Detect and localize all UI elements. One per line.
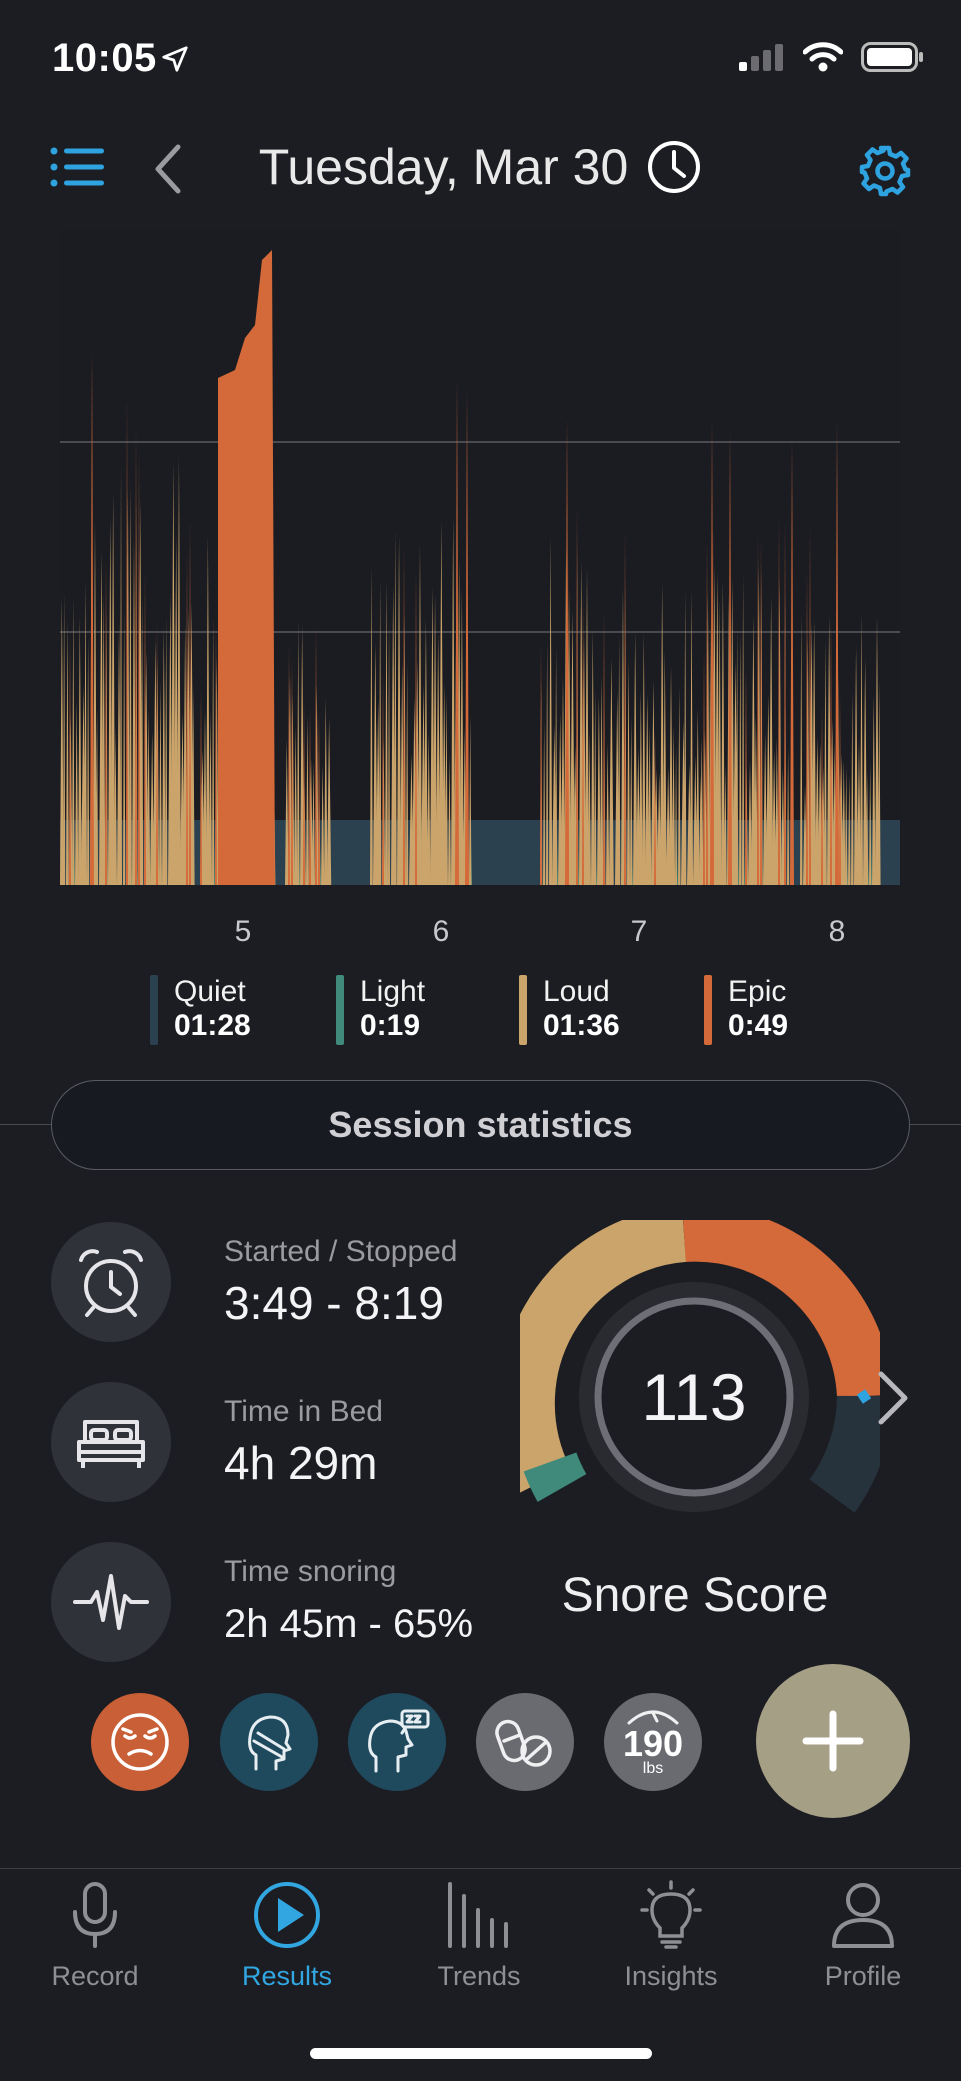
- status-time: 10:05: [52, 36, 157, 80]
- weight-value: 190: [622, 1723, 684, 1764]
- date-title: Tuesday, Mar 30: [258, 139, 629, 195]
- x-tick-label: 8: [829, 915, 846, 948]
- started-stopped-label: Started / Stopped: [224, 1235, 458, 1268]
- page-title: Tuesday, Mar 30: [0, 138, 961, 196]
- started-stopped-value: 3:49 - 8:19: [224, 1277, 444, 1329]
- time-snoring-value: 2h 45m - 65%: [224, 1602, 474, 1646]
- x-tick-label: 7: [631, 915, 648, 948]
- cellular-signal-icon: [739, 44, 783, 71]
- legend-value: 01:28: [174, 1009, 251, 1042]
- microphone-icon: [73, 1882, 117, 1948]
- legend-value: 0:49: [728, 1009, 789, 1042]
- tab-insights[interactable]: Insights: [576, 1880, 766, 1992]
- tab-profile[interactable]: Profile: [768, 1880, 958, 1992]
- add-factor-button[interactable]: [756, 1664, 910, 1818]
- battery-icon: [861, 42, 923, 72]
- session-statistics-label: Session statistics: [328, 1104, 633, 1145]
- tab-results[interactable]: Results: [192, 1880, 382, 1992]
- tab-label: Results: [241, 1961, 333, 1991]
- time-in-bed-label: Time in Bed: [224, 1395, 383, 1428]
- tab-label: Trends: [437, 1961, 521, 1991]
- tab-label: Profile: [824, 1961, 902, 1991]
- chevron-right-icon[interactable]: [875, 1370, 911, 1431]
- legend-value: 01:36: [543, 1009, 620, 1042]
- pills-icon[interactable]: [476, 1693, 574, 1791]
- legend-item-quiet: Quiet 01:28: [150, 975, 251, 1045]
- snore-score-value: 113: [641, 1360, 746, 1434]
- x-tick-label: 6: [433, 915, 450, 948]
- clock-icon[interactable]: [646, 139, 702, 195]
- legend-name: Loud: [543, 975, 610, 1008]
- play-circle-icon: [254, 1882, 320, 1948]
- mood-tired-icon[interactable]: [91, 1693, 189, 1791]
- wifi-icon: [803, 42, 843, 72]
- legend-name: Light: [360, 975, 426, 1008]
- tab-label: Record: [51, 1961, 139, 1991]
- legend-swatch: [704, 975, 712, 1045]
- person-icon: [832, 1883, 894, 1948]
- gauge-marker: [856, 1389, 872, 1404]
- gauge-segment-quiet: [808, 1395, 880, 1513]
- legend-swatch: [336, 975, 344, 1045]
- legend-item-epic: Epic 0:49: [704, 975, 788, 1045]
- snore-score-label: Snore Score: [561, 1569, 829, 1622]
- x-tick-label: 5: [235, 915, 252, 948]
- gauge-segment-light: [523, 1451, 587, 1502]
- sleep-head-zzz-icon[interactable]: [348, 1693, 446, 1791]
- snore-score-gauge[interactable]: 113: [520, 1220, 880, 1520]
- legend-swatch: [519, 975, 527, 1045]
- alarm-clock-icon: [51, 1222, 171, 1342]
- tab-record[interactable]: Record: [0, 1880, 190, 1992]
- status-indicators: [739, 42, 925, 72]
- legend-item-loud: Loud 01:36: [519, 975, 620, 1045]
- lightbulb-icon: [640, 1880, 702, 1949]
- snore-chart: 5 6 7 8: [60, 230, 900, 948]
- legend-swatch: [150, 975, 158, 1045]
- divider: [910, 1124, 961, 1125]
- legend-item-light: Light 0:19: [336, 975, 425, 1045]
- tabbar-divider: [0, 1868, 961, 1869]
- waveform-icon: [51, 1542, 171, 1662]
- legend-name: Epic: [728, 975, 787, 1008]
- time-snoring-label: Time snoring: [224, 1555, 397, 1588]
- tab-label: Insights: [624, 1961, 718, 1991]
- session-statistics-button[interactable]: Session statistics: [51, 1080, 910, 1170]
- time-in-bed-value: 4h 29m: [224, 1437, 378, 1489]
- weight-scale-icon[interactable]: 190 lbs: [604, 1693, 702, 1791]
- legend-name: Quiet: [174, 975, 246, 1008]
- location-arrow-icon: [160, 44, 190, 79]
- weight-unit: lbs: [642, 1760, 664, 1777]
- tab-trends[interactable]: Trends: [384, 1880, 574, 1992]
- plus-icon: [802, 1710, 864, 1772]
- divider: [0, 1124, 51, 1125]
- bed-icon: [51, 1382, 171, 1502]
- bars-icon: [448, 1882, 508, 1948]
- chin-strap-icon[interactable]: [220, 1693, 318, 1791]
- settings-gear-icon[interactable]: [858, 144, 912, 203]
- home-indicator: [310, 2048, 652, 2059]
- legend-value: 0:19: [360, 1009, 421, 1042]
